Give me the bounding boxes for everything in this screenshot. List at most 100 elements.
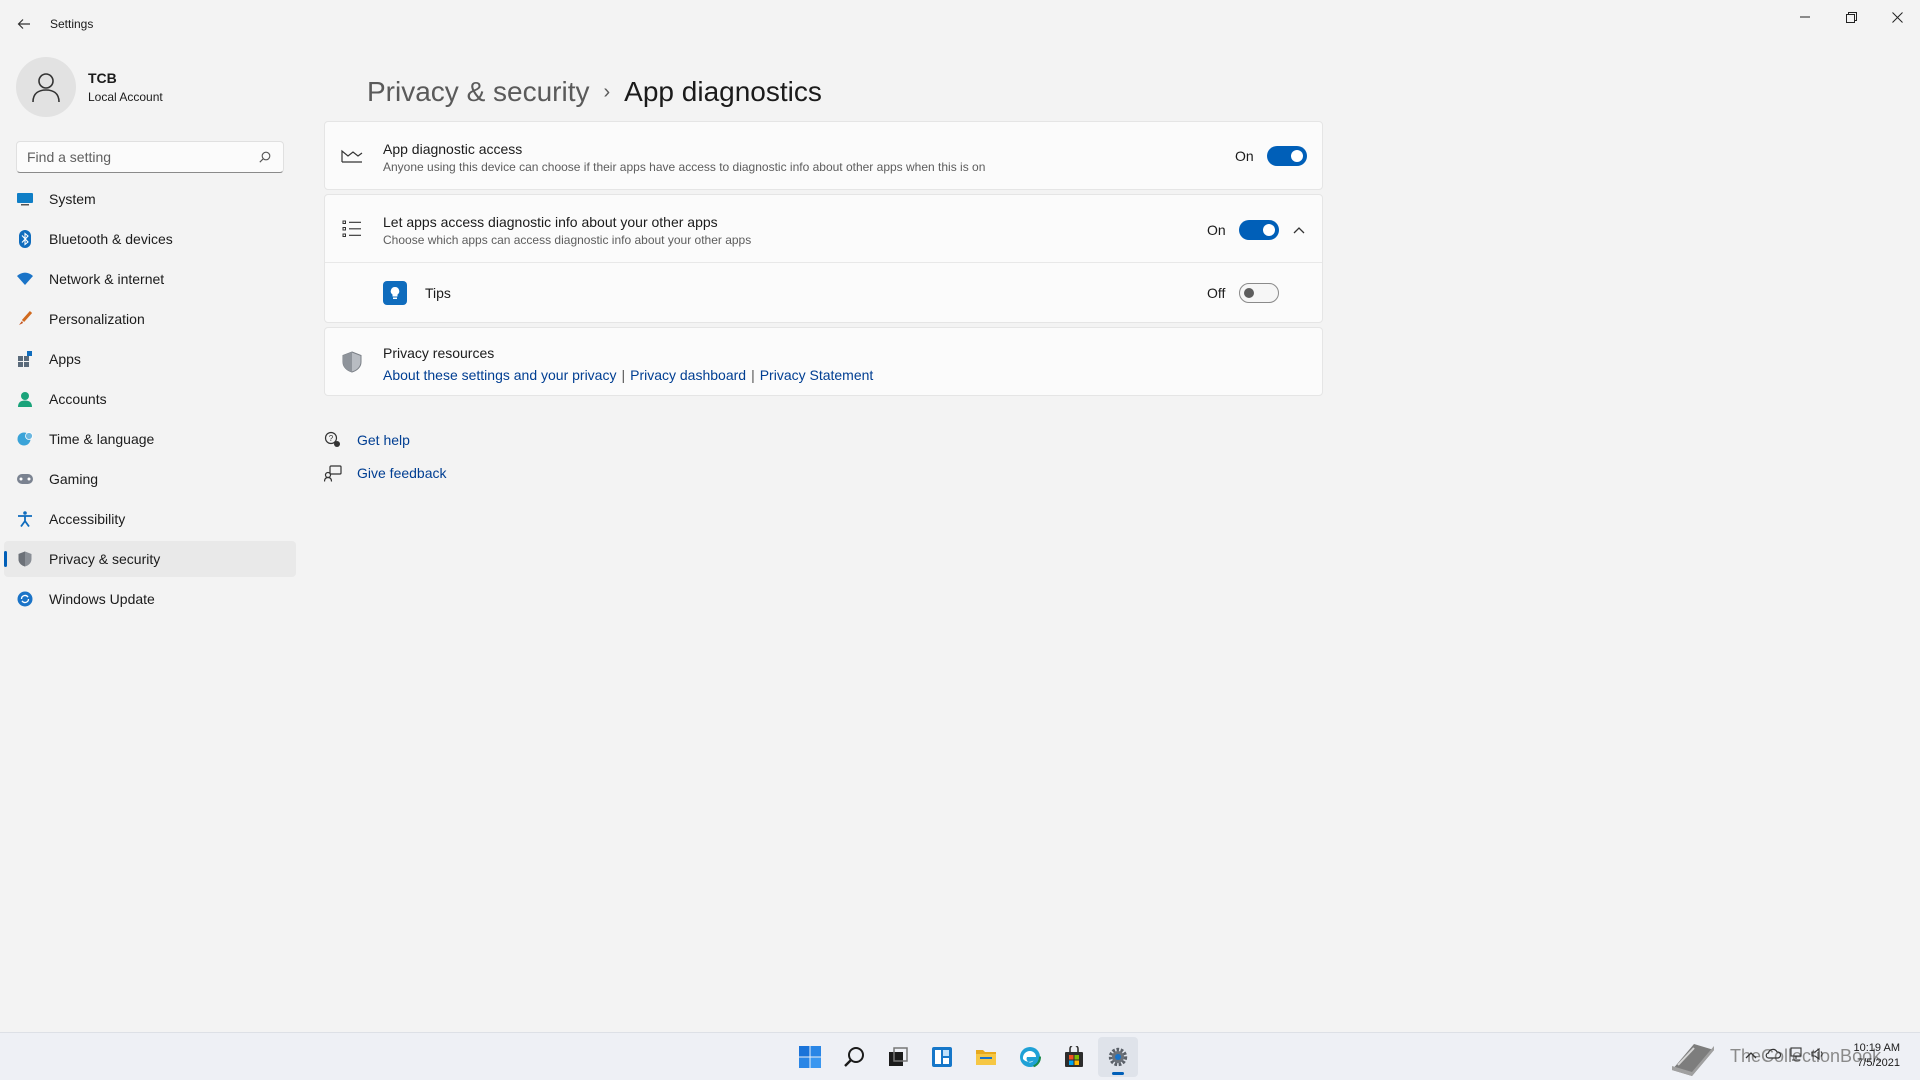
- sidebar-item-label: System: [49, 191, 96, 207]
- sidebar-item-gaming[interactable]: Gaming: [4, 461, 296, 497]
- taskbar: TheCollectionBook 10:19 AM 7/5/2021: [0, 1032, 1920, 1080]
- sidebar-item-personalization[interactable]: Personalization: [4, 301, 296, 337]
- chevron-up-icon[interactable]: [1745, 1047, 1757, 1064]
- app-name-tips: Tips: [425, 285, 451, 301]
- privacy-statement-link[interactable]: Privacy Statement: [760, 367, 874, 383]
- give-feedback-link[interactable]: Give feedback: [324, 464, 447, 482]
- sidebar-item-label: Bluetooth & devices: [49, 231, 173, 247]
- brush-icon: [16, 310, 34, 328]
- privacy-links: About these settings and your privacy | …: [383, 367, 873, 383]
- let-apps-access-toggle[interactable]: [1239, 220, 1279, 240]
- search-icon: [257, 149, 273, 165]
- title-bar: Settings: [0, 0, 1920, 48]
- taskbar-apps: [790, 1037, 1142, 1077]
- let-apps-access-card: Let apps access diagnostic info about yo…: [324, 194, 1323, 323]
- tips-icon: [383, 281, 407, 305]
- clock-date: 7/5/2021: [1857, 1057, 1900, 1069]
- close-icon: [1891, 11, 1903, 23]
- give-feedback-label: Give feedback: [357, 465, 447, 481]
- search-box[interactable]: [16, 141, 284, 173]
- edge-button[interactable]: [1010, 1037, 1050, 1077]
- feedback-icon: [324, 464, 342, 482]
- sidebar-item-network[interactable]: Network & internet: [4, 261, 296, 297]
- clock[interactable]: 10:19 AM 7/5/2021: [1854, 1041, 1900, 1071]
- app-diagnostic-access-card: App diagnostic access Anyone using this …: [324, 121, 1323, 190]
- app-diagnostic-access-description: Anyone using this device can choose if t…: [383, 160, 986, 174]
- network-icon[interactable]: [1789, 1047, 1803, 1064]
- tips-toggle[interactable]: [1239, 283, 1279, 303]
- cloud-icon[interactable]: [1765, 1047, 1782, 1064]
- app-row-tips: Tips Off: [325, 263, 1322, 322]
- svg-text:?: ?: [329, 434, 334, 443]
- profile-name: TCB: [88, 70, 117, 86]
- shield-icon: [341, 351, 363, 373]
- link-separator: |: [751, 367, 755, 383]
- about-settings-link[interactable]: About these settings and your privacy: [383, 367, 616, 383]
- search-icon: [844, 1047, 864, 1067]
- file-explorer-icon: [976, 1050, 996, 1065]
- breadcrumb: Privacy & security › App diagnostics: [367, 76, 822, 108]
- get-help-link[interactable]: ? Get help: [324, 431, 410, 449]
- accessibility-icon: [16, 510, 34, 528]
- help-chat-icon: ?: [324, 431, 342, 449]
- let-apps-access-title: Let apps access diagnostic info about yo…: [383, 214, 718, 230]
- restore-button[interactable]: [1828, 4, 1874, 30]
- gamepad-icon: [16, 470, 34, 488]
- profile-account-type: Local Account: [88, 90, 163, 104]
- apps-icon: [16, 350, 34, 368]
- taskbar-search-button[interactable]: [834, 1037, 874, 1077]
- app-diagnostic-access-toggle[interactable]: [1267, 146, 1307, 166]
- get-help-label: Get help: [357, 432, 410, 448]
- book-logo-icon: [1672, 1044, 1714, 1076]
- app-diagnostic-access-title: App diagnostic access: [383, 141, 523, 157]
- link-separator: |: [621, 367, 626, 383]
- page-title: App diagnostics: [624, 76, 822, 107]
- start-button[interactable]: [790, 1037, 830, 1077]
- monitor-icon: [16, 190, 34, 208]
- bluetooth-icon: [16, 230, 34, 248]
- globe-clock-icon: [16, 430, 34, 448]
- close-button[interactable]: [1874, 4, 1920, 30]
- sidebar-item-accounts[interactable]: Accounts: [4, 381, 296, 417]
- task-view-button[interactable]: [878, 1037, 918, 1077]
- back-button[interactable]: [12, 12, 36, 36]
- sidebar-item-accessibility[interactable]: Accessibility: [4, 501, 296, 537]
- search-input[interactable]: [27, 149, 257, 165]
- sidebar-item-privacy-security[interactable]: Privacy & security: [4, 541, 296, 577]
- sidebar-item-system[interactable]: System: [4, 181, 296, 217]
- sidebar-item-apps[interactable]: Apps: [4, 341, 296, 377]
- volume-icon[interactable]: [1811, 1047, 1825, 1064]
- store-button[interactable]: [1054, 1037, 1094, 1077]
- update-icon: [16, 590, 34, 608]
- sidebar-item-label: Windows Update: [49, 591, 155, 607]
- app-title: Settings: [50, 17, 94, 31]
- settings-taskbar-button[interactable]: [1098, 1037, 1138, 1077]
- start-icon: [799, 1046, 821, 1068]
- let-apps-access-header[interactable]: Let apps access diagnostic info about yo…: [325, 195, 1322, 263]
- privacy-dashboard-link[interactable]: Privacy dashboard: [630, 367, 746, 383]
- sidebar-item-label: Accessibility: [49, 511, 126, 527]
- list-icon: [341, 218, 363, 240]
- person-icon: [16, 390, 34, 408]
- sidebar-item-windows-update[interactable]: Windows Update: [4, 581, 296, 617]
- chart-icon: [341, 144, 363, 166]
- sidebar-item-label: Privacy & security: [49, 551, 161, 567]
- restore-icon: [1845, 11, 1857, 23]
- breadcrumb-parent[interactable]: Privacy & security: [367, 76, 590, 108]
- store-icon: [1065, 1046, 1083, 1067]
- user-profile[interactable]: TCB Local Account: [16, 56, 163, 118]
- wifi-icon: [16, 270, 34, 288]
- clock-time: 10:19 AM: [1853, 1042, 1900, 1054]
- tips-state: Off: [1207, 285, 1226, 301]
- widgets-button[interactable]: [922, 1037, 962, 1077]
- sidebar-item-label: Time & language: [49, 431, 155, 447]
- sidebar-item-time-language[interactable]: Time & language: [4, 421, 296, 457]
- widgets-icon: [932, 1047, 952, 1067]
- minimize-button[interactable]: [1782, 4, 1828, 30]
- privacy-resources-title: Privacy resources: [383, 345, 495, 361]
- minimize-icon: [1800, 16, 1810, 18]
- chevron-up-icon[interactable]: [1291, 222, 1307, 238]
- sidebar-item-bluetooth[interactable]: Bluetooth & devices: [4, 221, 296, 257]
- sidebar-item-label: Apps: [49, 351, 81, 367]
- file-explorer-button[interactable]: [966, 1037, 1006, 1077]
